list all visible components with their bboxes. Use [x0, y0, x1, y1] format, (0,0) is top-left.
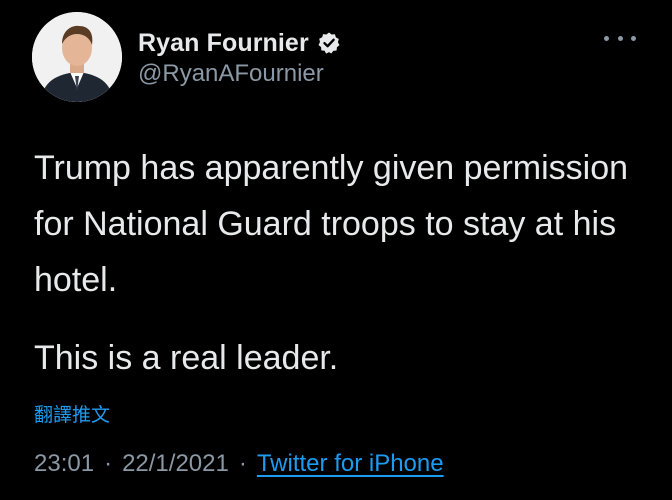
- tweet-meta: 23:01 · 22/1/2021 · Twitter for iPhone: [34, 450, 444, 478]
- author-display-name[interactable]: Ryan Fournier: [138, 29, 309, 58]
- author-handle[interactable]: @RyanAFournier: [138, 60, 324, 88]
- tweet-paragraph: This is a real leader.: [34, 339, 339, 377]
- tweet-text: Trump has apparently given permission fo…: [34, 140, 654, 386]
- meta-separator: ·: [238, 450, 247, 477]
- verified-badge-icon: [317, 31, 341, 55]
- meta-separator: ·: [104, 450, 113, 477]
- tweet-paragraph: Trump has apparently given permission fo…: [34, 149, 629, 299]
- more-options-icon[interactable]: [604, 26, 636, 50]
- avatar[interactable]: [32, 12, 122, 102]
- tweet-card: Ryan Fournier @RyanAFournier Trump has a…: [0, 0, 672, 500]
- author-name-row: Ryan Fournier: [138, 26, 341, 60]
- tweet-source-link[interactable]: Twitter for iPhone: [257, 450, 444, 478]
- dot: [604, 35, 609, 41]
- tweet-date[interactable]: 22/1/2021: [122, 450, 229, 478]
- dot: [631, 35, 636, 41]
- dot: [617, 35, 623, 41]
- tweet-time[interactable]: 23:01: [34, 450, 94, 478]
- person-photo-icon: [32, 12, 122, 102]
- translate-tweet-link[interactable]: 翻譯推文: [34, 400, 110, 427]
